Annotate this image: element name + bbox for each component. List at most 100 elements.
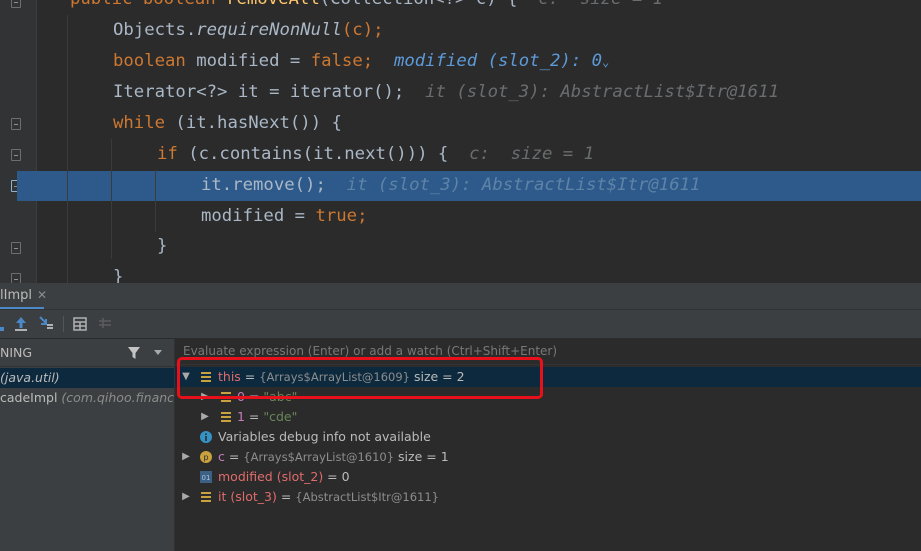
thread-selector[interactable]: NING	[0, 339, 174, 367]
equals-sign: =	[323, 469, 342, 484]
code-line[interactable]: if (c.contains(it.next())) { c: size = 1	[157, 139, 594, 170]
svg-text:01: 01	[202, 474, 211, 482]
code-line[interactable]: boolean modified = false; modified (slot…	[113, 46, 609, 77]
debug-tab-bar: lImpl ✕	[0, 283, 921, 310]
variable-row-c[interactable]: ▶ p c = {Arrays$ArrayList@1610} size = 1	[175, 447, 921, 467]
expand-arrow-icon[interactable]: ▶	[181, 447, 191, 467]
thread-label: NING	[0, 345, 33, 360]
gutter-divider	[36, 0, 37, 283]
semicolon: ;	[357, 206, 368, 226]
expand-arrow-icon[interactable]: ▶	[181, 487, 191, 507]
filter-icon[interactable]	[127, 346, 141, 360]
code-line[interactable]: while (it.hasNext()) {	[113, 108, 342, 139]
code-line[interactable]: Objects.requireNonNull(c);	[113, 15, 384, 46]
editor-gutter[interactable]	[0, 0, 36, 283]
literal: true	[315, 206, 358, 226]
svg-text:p: p	[203, 453, 208, 462]
tab-debug-session[interactable]: lImpl ✕	[0, 283, 55, 309]
fold-icon[interactable]	[11, 242, 21, 254]
primitive-icon: 01	[200, 471, 212, 483]
semicolon: ;	[362, 51, 374, 71]
equals-sign: =	[224, 449, 244, 464]
inline-debug-hint: it (slot_3): AbstractList$Itr@1611	[346, 175, 701, 195]
object-ref: {AbstractList$Itr@1611}	[295, 490, 439, 504]
variable-row-info: Variables debug info not available	[175, 427, 921, 447]
code-text: (c);	[341, 20, 384, 40]
code-text: modified =	[185, 51, 311, 71]
literal: false	[310, 51, 363, 71]
step-out-icon[interactable]	[11, 314, 31, 334]
expand-arrow-icon[interactable]: ▶	[200, 407, 210, 427]
close-icon[interactable]: ✕	[37, 288, 47, 302]
keyword: while	[113, 113, 166, 133]
tab-label: lImpl	[0, 288, 32, 303]
variable-name: c	[218, 449, 225, 464]
code-line-method-signature[interactable]: public boolean removeAll(Collection<?> c…	[70, 0, 663, 15]
code-text: modified =	[201, 206, 316, 226]
indent-guide	[111, 139, 112, 259]
code-text: }	[113, 267, 124, 283]
trace-icon[interactable]	[95, 314, 115, 334]
equals-sign: =	[276, 489, 296, 504]
variable-row-element[interactable]: ▶ 1 = "cde"	[175, 407, 921, 427]
inline-debug-hint: it (slot_3): AbstractList$Itr@1611	[425, 82, 779, 102]
keyword: public	[70, 0, 132, 9]
inline-debug-hint[interactable]: modified (slot_2): 0	[394, 51, 602, 71]
debug-toolbar	[0, 310, 921, 339]
fold-icon[interactable]	[11, 0, 21, 8]
code-line-current[interactable]: it.remove(); it (slot_3): AbstractList$I…	[201, 170, 700, 201]
keyword: if	[157, 144, 178, 164]
code-text: Objects.	[113, 20, 197, 40]
size-info: size = 1	[394, 449, 449, 464]
code-line[interactable]: Iterator<?> it = iterator(); it (slot_3)…	[113, 77, 779, 108]
code-text: it.remove();	[201, 175, 326, 195]
frame-item[interactable]: (java.util)	[0, 368, 174, 388]
code-text: Iterator<?> it = iterator();	[113, 82, 405, 102]
variable-row-it[interactable]: ▶ it (slot_3) = {AbstractList$Itr@1611}	[175, 487, 921, 507]
variable-name: 1	[237, 409, 245, 424]
code-editor[interactable]: public boolean removeAll(Collection<?> c…	[0, 0, 921, 283]
object-ref: {Arrays$ArrayList@1610}	[243, 450, 395, 464]
equals-sign: =	[244, 409, 264, 424]
chevron-down-icon[interactable]: ⌄	[602, 55, 609, 69]
inline-debug-hint: c: size = 1	[538, 0, 663, 9]
variable-name: it (slot_3)	[218, 489, 277, 504]
variable-row-modified[interactable]: 01 modified (slot_2) = 0	[175, 467, 921, 487]
fold-icon[interactable]	[11, 118, 21, 130]
frame-class: (com.qihoo.finance.	[61, 390, 174, 405]
keyword: boolean	[143, 0, 216, 9]
field-icon	[201, 492, 211, 502]
fold-icon[interactable]	[11, 149, 21, 161]
field-icon	[221, 412, 231, 422]
indent-guide	[155, 170, 156, 232]
evaluate-table-icon[interactable]	[70, 314, 90, 334]
code-text: (c.contains(it.next())) {	[177, 144, 449, 164]
inline-debug-hint: c: size = 1	[469, 144, 594, 164]
frame-method: cadeImpl	[0, 390, 58, 405]
frame-item[interactable]: cadeImpl (com.qihoo.finance.	[0, 388, 174, 408]
keyword: boolean	[113, 51, 186, 71]
variable-value: 0	[341, 469, 350, 484]
method-name: removeAll	[226, 0, 320, 9]
parameter-icon: p	[200, 451, 212, 463]
code-text: (it.hasNext()) {	[165, 113, 342, 133]
code-text: }	[157, 236, 168, 256]
annotation-highlight-box	[177, 357, 543, 399]
indent-guide	[67, 15, 68, 283]
chevron-down-icon[interactable]	[153, 349, 163, 357]
toolbar-separator	[63, 316, 64, 332]
method-call: requireNonNull	[196, 20, 342, 40]
code-line[interactable]: modified = true;	[201, 201, 367, 232]
frames-panel: NING (java.util) cadeImpl (com.qihoo.fin…	[0, 339, 175, 551]
code-line[interactable]: }	[113, 262, 123, 283]
string-value: "cde"	[263, 409, 298, 424]
active-tab-indicator	[0, 307, 44, 309]
fold-icon[interactable]	[11, 273, 21, 283]
info-icon	[200, 431, 212, 443]
frame-class: (java.util)	[0, 370, 60, 385]
variable-name: modified (slot_2)	[218, 469, 324, 484]
code-line[interactable]: }	[157, 231, 167, 262]
code-text: (Collection<?> c) {	[320, 0, 518, 9]
run-to-cursor-icon[interactable]	[37, 314, 57, 334]
info-text: Variables debug info not available	[218, 429, 431, 444]
